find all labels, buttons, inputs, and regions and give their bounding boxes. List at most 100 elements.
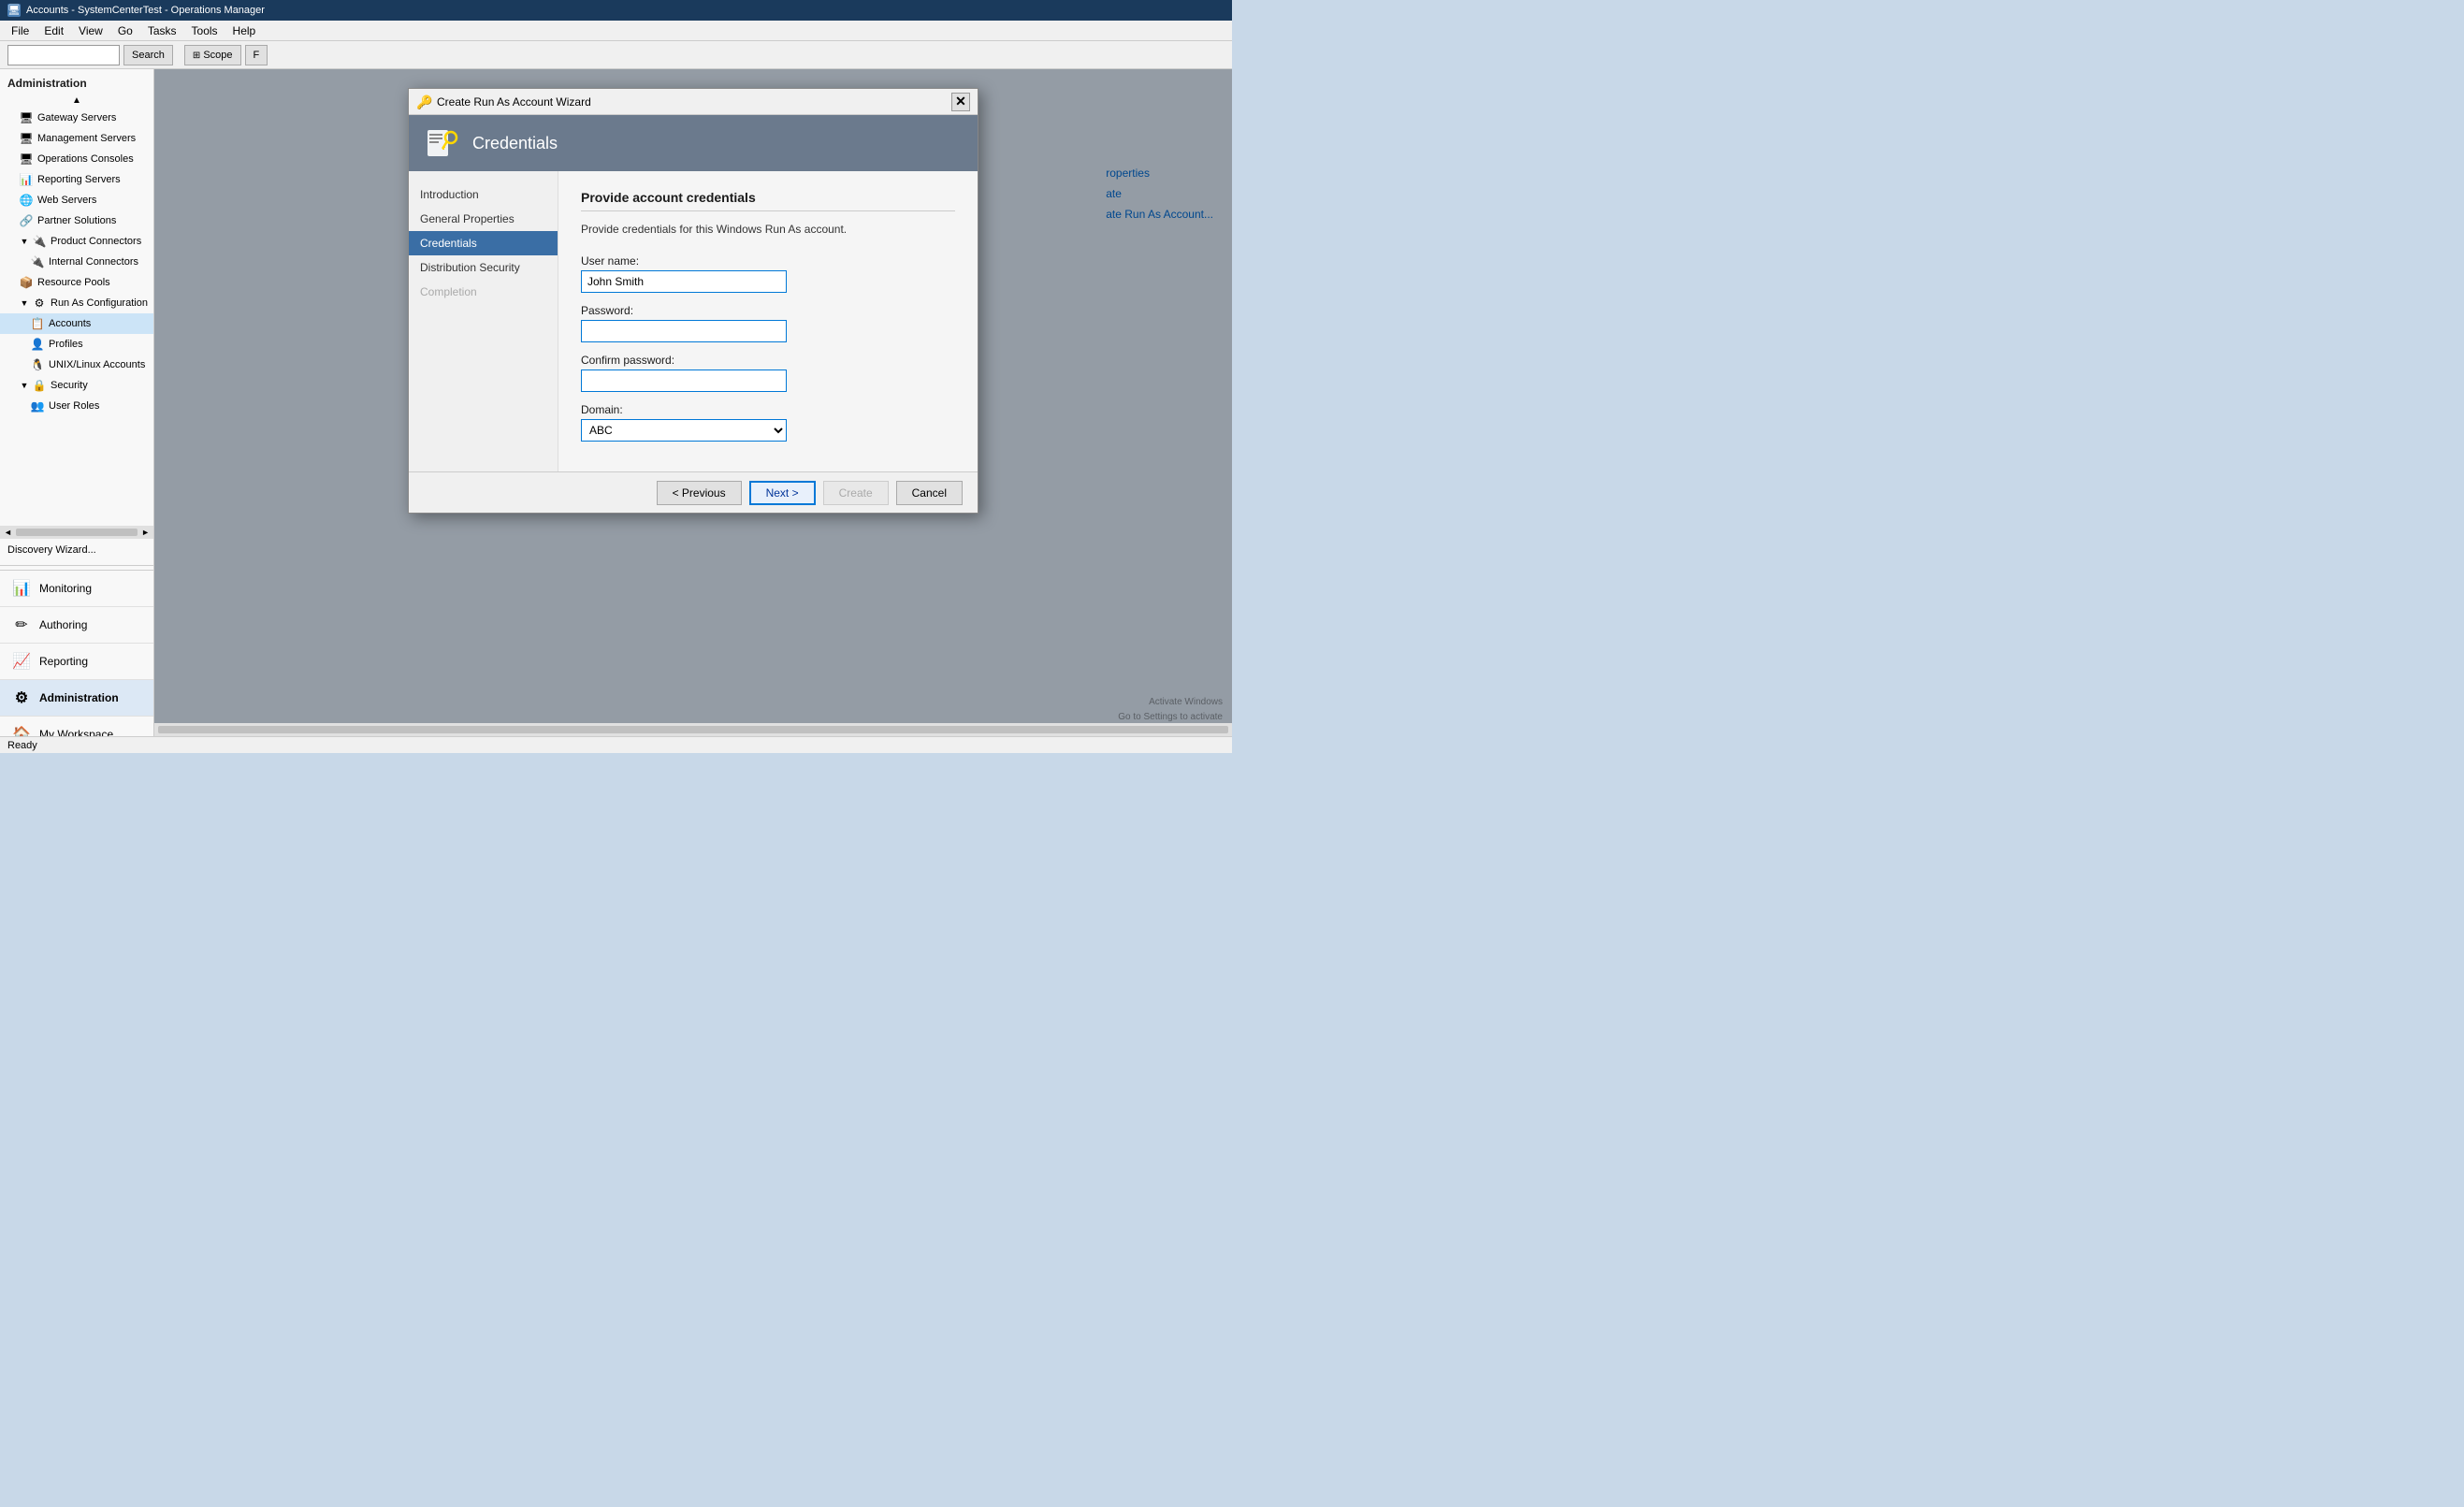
- app-icon: 🖥: [7, 4, 21, 17]
- wizard-header-title: Credentials: [472, 134, 558, 153]
- expand-icon: ▼: [19, 297, 30, 309]
- search-button[interactable]: Search: [123, 45, 173, 65]
- menu-edit[interactable]: Edit: [36, 22, 71, 39]
- expand-icon: ▼: [19, 380, 30, 391]
- domain-select[interactable]: ABC WORKGROUP LOCAL: [581, 419, 787, 442]
- sidebar-item-label: Profiles: [49, 339, 83, 350]
- nav-reporting[interactable]: 📈 Reporting: [0, 644, 153, 680]
- sidebar-item-reporting-servers[interactable]: 📊 Reporting Servers: [0, 169, 153, 190]
- status-text: Ready: [7, 740, 37, 751]
- sidebar-item-management-servers[interactable]: 🖥 Management Servers: [0, 128, 153, 149]
- sidebar-item-resource-pools[interactable]: 📦 Resource Pools: [0, 272, 153, 293]
- wizard-section-title: Provide account credentials: [581, 190, 955, 205]
- sidebar-item-label: Run As Configuration: [51, 297, 148, 309]
- sidebar-item-partner-solutions[interactable]: 🔗 Partner Solutions: [0, 210, 153, 231]
- toolbar: Search ⊞ Scope F: [0, 41, 1232, 69]
- scope-button[interactable]: ⊞ Scope: [184, 45, 241, 65]
- scroll-right-icon[interactable]: ►: [141, 528, 150, 537]
- domain-label: Domain:: [581, 403, 955, 416]
- menu-tools[interactable]: Tools: [184, 22, 225, 39]
- sidebar-item-unix-linux-accounts[interactable]: 🐧 UNIX/Linux Accounts: [0, 355, 153, 375]
- wizard-nav-distribution-security[interactable]: Distribution Security: [409, 255, 558, 280]
- wizard-nav-general-properties[interactable]: General Properties: [409, 207, 558, 231]
- sidebar-item-security[interactable]: ▼ 🔒 Security: [0, 375, 153, 396]
- wizard-footer: < Previous Next > Create Cancel: [409, 471, 978, 513]
- monitoring-icon: 📊: [11, 578, 32, 599]
- horizontal-scrollbar[interactable]: [154, 723, 1232, 736]
- menu-help[interactable]: Help: [225, 22, 264, 39]
- wizard-header-icon: [424, 124, 461, 162]
- sidebar-item-gateway-servers[interactable]: 🖥 Gateway Servers: [0, 108, 153, 128]
- nav-label: Reporting: [39, 655, 88, 668]
- sidebar-item-accounts[interactable]: 📋 Accounts: [0, 313, 153, 334]
- wizard-description: Provide credentials for this Windows Run…: [581, 223, 955, 236]
- search-input[interactable]: [7, 45, 120, 65]
- administration-icon: ⚙: [11, 688, 32, 708]
- sidebar-item-label: Web Servers: [37, 195, 96, 206]
- section-divider: [581, 210, 955, 211]
- wizard-nav-introduction[interactable]: Introduction: [409, 182, 558, 207]
- status-bar: Ready: [0, 736, 1232, 753]
- find-button[interactable]: F: [245, 45, 268, 65]
- tree-scrollbar[interactable]: ◄ ►: [0, 526, 153, 539]
- sidebar-section-administration: Administration: [0, 73, 153, 94]
- sidebar-item-operations-consoles[interactable]: 🖥 Operations Consoles: [0, 149, 153, 169]
- sidebar-item-label: Gateway Servers: [37, 112, 116, 123]
- sidebar-item-label: Reporting Servers: [37, 174, 121, 185]
- sidebar-item-product-connectors[interactable]: ▼ 🔌 Product Connectors: [0, 231, 153, 252]
- next-button[interactable]: Next >: [749, 481, 816, 505]
- management-servers-icon: 🖥: [19, 131, 34, 146]
- operations-consoles-icon: 🖥: [19, 152, 34, 167]
- previous-button[interactable]: < Previous: [657, 481, 742, 505]
- nav-label: Authoring: [39, 618, 87, 631]
- wizard-title-icon: 🔑: [416, 94, 431, 109]
- sidebar-item-label: Internal Connectors: [49, 256, 138, 268]
- reporting-icon: 📈: [11, 651, 32, 672]
- sidebar-item-user-roles[interactable]: 👥 User Roles: [0, 396, 153, 416]
- confirm-password-label: Confirm password:: [581, 354, 955, 367]
- unix-linux-icon: 🐧: [30, 357, 45, 372]
- sidebar-item-label: Accounts: [49, 318, 91, 329]
- menu-view[interactable]: View: [71, 22, 110, 39]
- nav-label: Administration: [39, 691, 119, 704]
- nav-authoring[interactable]: ✏ Authoring: [0, 607, 153, 644]
- sidebar-item-internal-connectors[interactable]: 🔌 Internal Connectors: [0, 252, 153, 272]
- discovery-wizard-link[interactable]: Discovery Wizard...: [0, 539, 153, 561]
- wizard-nav-credentials[interactable]: Credentials: [409, 231, 558, 255]
- wizard-close-button[interactable]: ✕: [951, 93, 970, 111]
- nav-monitoring[interactable]: 📊 Monitoring: [0, 571, 153, 607]
- sidebar-item-label: User Roles: [49, 400, 99, 412]
- sidebar-item-run-as-configuration[interactable]: ▼ ⚙ Run As Configuration: [0, 293, 153, 313]
- menu-tasks[interactable]: Tasks: [140, 22, 184, 39]
- wizard-nav-completion[interactable]: Completion: [409, 280, 558, 304]
- gateway-servers-icon: 🖥: [19, 110, 34, 125]
- sidebar-item-web-servers[interactable]: 🌐 Web Servers: [0, 190, 153, 210]
- sidebar-item-label: UNIX/Linux Accounts: [49, 359, 145, 370]
- wizard-titlebar: 🔑 Create Run As Account Wizard ✕: [409, 89, 978, 115]
- sidebar-divider: [0, 565, 153, 566]
- run-as-config-icon: ⚙: [32, 296, 47, 311]
- cancel-button[interactable]: Cancel: [896, 481, 963, 505]
- create-button[interactable]: Create: [823, 481, 889, 505]
- sidebar-item-label: Resource Pools: [37, 277, 110, 288]
- internal-connectors-icon: 🔌: [30, 254, 45, 269]
- confirm-password-input[interactable]: [581, 370, 787, 392]
- wizard-body: Introduction General Properties Credenti…: [409, 171, 978, 471]
- menu-go[interactable]: Go: [110, 22, 140, 39]
- content-area: roperties ate ate Run As Account... 🔑 Cr…: [154, 69, 1232, 753]
- username-label: User name:: [581, 254, 955, 268]
- nav-administration[interactable]: ⚙ Administration: [0, 680, 153, 717]
- activate-watermark: Activate Windows Go to Settings to activ…: [1118, 695, 1223, 725]
- password-input[interactable]: [581, 320, 787, 342]
- wizard-content: Provide account credentials Provide cred…: [558, 171, 978, 471]
- menu-bar: File Edit View Go Tasks Tools Help: [0, 21, 1232, 41]
- username-input[interactable]: [581, 270, 787, 293]
- sidebar-item-label: Operations Consoles: [37, 153, 134, 165]
- nav-label: Monitoring: [39, 582, 92, 595]
- domain-form-group: Domain: ABC WORKGROUP LOCAL: [581, 403, 955, 442]
- menu-file[interactable]: File: [4, 22, 36, 39]
- sidebar-item-profiles[interactable]: 👤 Profiles: [0, 334, 153, 355]
- scroll-left-icon[interactable]: ◄: [4, 528, 12, 537]
- user-roles-icon: 👥: [30, 398, 45, 413]
- tree-scroll-up-icon[interactable]: ▲: [72, 95, 81, 106]
